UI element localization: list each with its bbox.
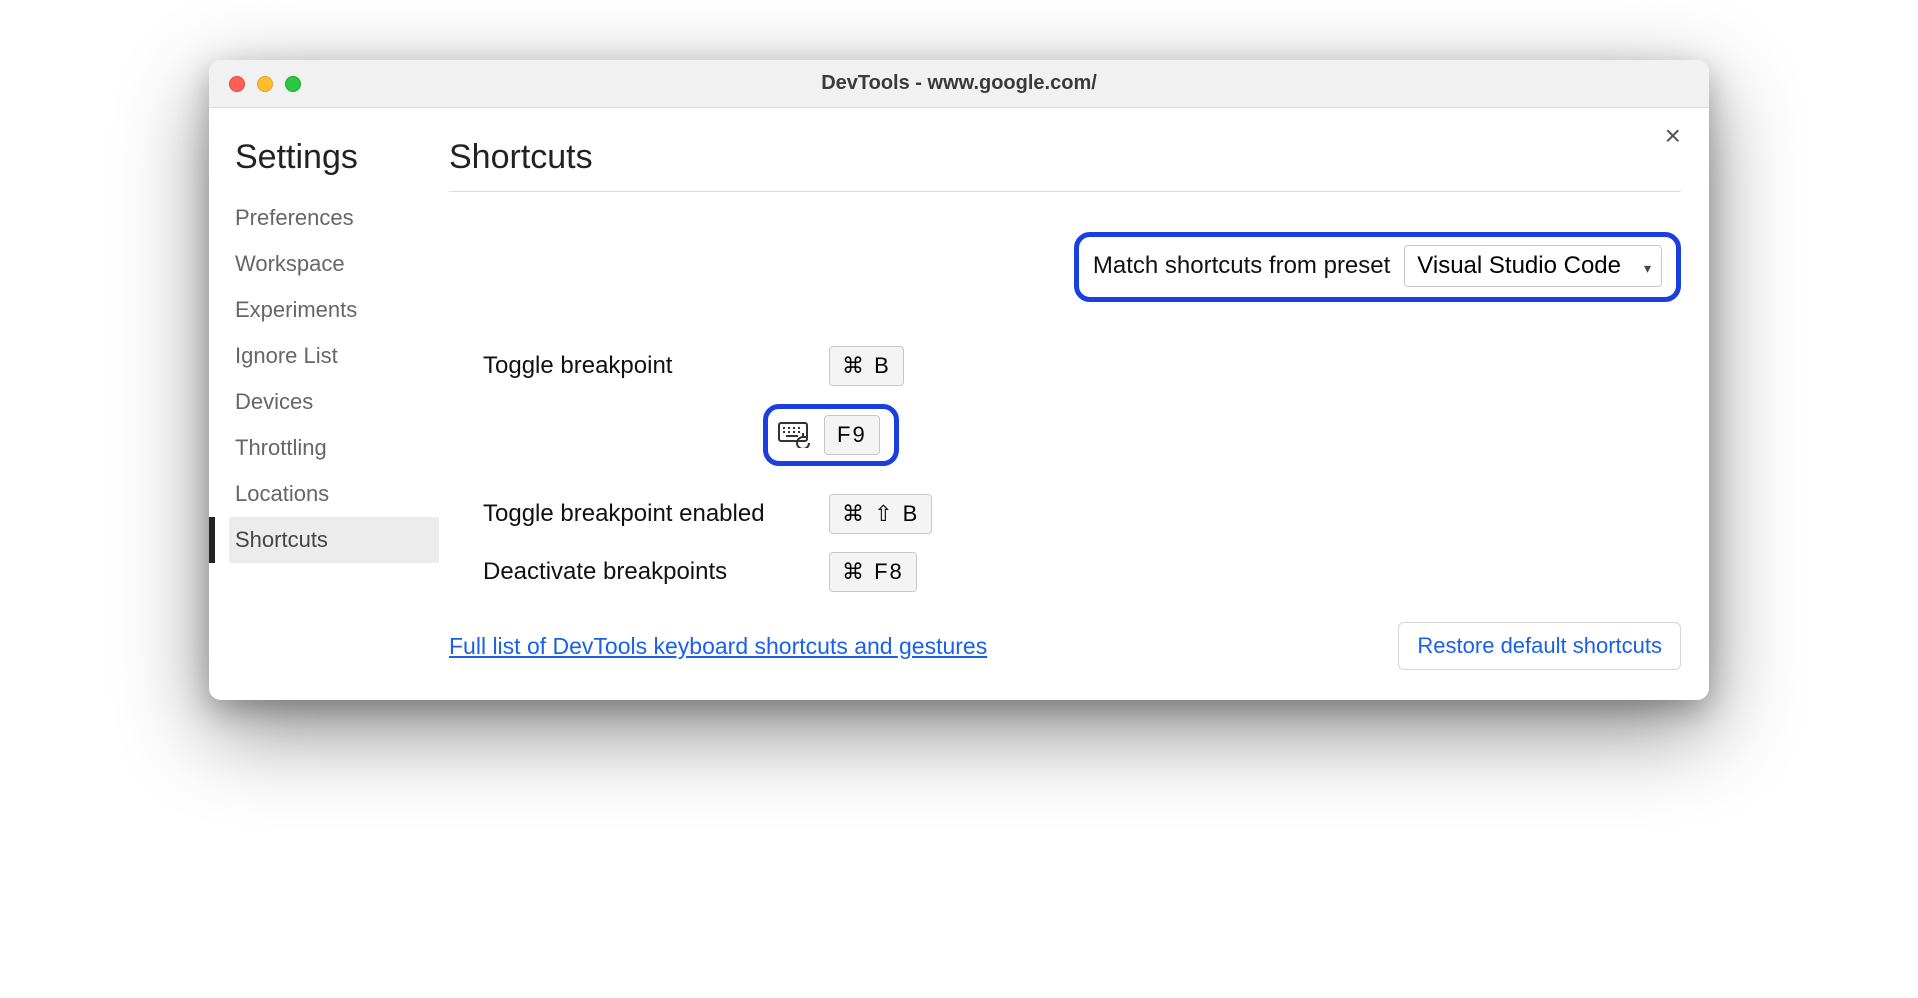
devtools-settings-window: DevTools - www.google.com/ × Settings Pr… [209,60,1709,700]
sidebar-item-devices[interactable]: Devices [229,379,439,425]
preset-select-value: Visual Studio Code [1417,252,1621,279]
sidebar-item-shortcuts[interactable]: Shortcuts [229,517,439,563]
window-minimize-button[interactable] [257,76,273,92]
keyboard-reset-icon[interactable] [778,422,814,448]
shortcut-row-toggle-breakpoint-enabled: Toggle breakpoint enabled ⌘ ⇧ B [449,494,1681,534]
key-chip: F9 [824,415,880,455]
full-shortcuts-link[interactable]: Full list of DevTools keyboard shortcuts… [449,633,987,660]
f9-highlight: F9 [763,404,899,466]
page-heading: Shortcuts [449,138,1681,177]
shortcut-label: Deactivate breakpoints [449,558,829,586]
shortcut-keys: ⌘ B [829,346,904,386]
sidebar-item-preferences[interactable]: Preferences [229,195,439,241]
footer: Full list of DevTools keyboard shortcuts… [449,622,1681,670]
divider [449,191,1681,192]
window-title: DevTools - www.google.com/ [209,72,1709,95]
window-maximize-button[interactable] [285,76,301,92]
sidebar-item-workspace[interactable]: Workspace [229,241,439,287]
shortcut-keys: ⌘ ⇧ B [829,494,932,534]
preset-select[interactable]: Visual Studio Code ▾ [1404,245,1662,287]
shortcut-label: Toggle breakpoint [449,352,829,380]
sidebar-item-ignore-list[interactable]: Ignore List [229,333,439,379]
shortcut-list: Toggle breakpoint ⌘ B [449,346,1681,592]
sidebar-title: Settings [235,138,439,177]
window-close-button[interactable] [229,76,245,92]
preset-row: Match shortcuts from preset Visual Studi… [449,232,1681,302]
key-chip: ⌘ F8 [829,552,917,592]
preset-highlight: Match shortcuts from preset Visual Studi… [1074,232,1681,302]
chevron-down-icon: ▾ [1644,260,1651,277]
shortcut-row-toggle-breakpoint: Toggle breakpoint ⌘ B [449,346,1681,386]
key-chip: ⌘ B [829,346,904,386]
restore-defaults-button[interactable]: Restore default shortcuts [1398,622,1681,670]
sidebar-item-experiments[interactable]: Experiments [229,287,439,333]
key-chip: ⌘ ⇧ B [829,494,932,534]
sidebar-item-locations[interactable]: Locations [229,471,439,517]
sidebar-item-throttling[interactable]: Throttling [229,425,439,471]
shortcut-keys: ⌘ F8 [829,552,917,592]
traffic-lights [229,76,301,92]
shortcut-row-deactivate-breakpoints: Deactivate breakpoints ⌘ F8 [449,552,1681,592]
main-panel: Shortcuts Match shortcuts from preset Vi… [439,138,1709,670]
titlebar: DevTools - www.google.com/ [209,60,1709,108]
shortcut-row-f9: F9 [763,404,1681,466]
settings-sidebar: Settings Preferences Workspace Experimen… [209,138,439,670]
preset-label: Match shortcuts from preset [1093,252,1390,280]
shortcut-label: Toggle breakpoint enabled [449,500,829,528]
